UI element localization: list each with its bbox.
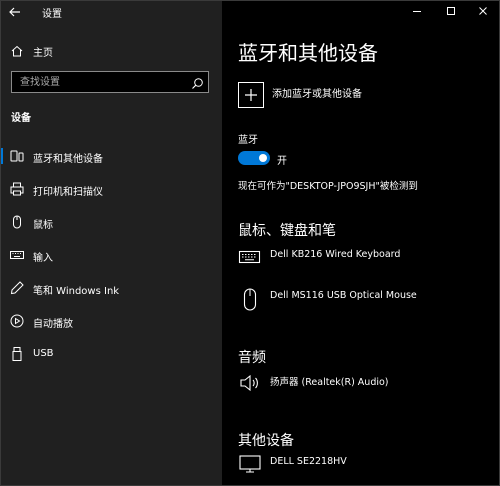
keyboard-icon: [238, 246, 262, 272]
app-title: 设置: [42, 9, 62, 20]
sidebar-item-typing[interactable]: 输入: [0, 242, 222, 268]
search-icon[interactable]: [191, 75, 204, 89]
back-button[interactable]: [6, 3, 24, 21]
sidebar-item-label: 鼠标: [33, 220, 53, 231]
speaker-icon: [238, 371, 262, 399]
add-device-label: 添加蓝牙或其他设备: [272, 89, 362, 100]
bluetooth-toggle-state: 开: [277, 156, 287, 167]
printer-icon: [9, 181, 25, 197]
plus-icon: [245, 89, 257, 101]
maximize-button[interactable]: [436, 2, 466, 20]
add-icon-box: [238, 82, 264, 108]
toggle-knob: [259, 154, 267, 162]
audio-section-title: 音频: [238, 350, 266, 366]
device-name: Dell KB216 Wired Keyboard: [270, 249, 401, 260]
sidebar-item-label: 笔和 Windows Ink: [33, 286, 120, 297]
keyboard-icon: [9, 247, 25, 263]
sidebar-item-label: 自动播放: [33, 319, 73, 330]
sidebar-item-mouse[interactable]: 鼠标: [0, 209, 222, 235]
sidebar-item-printers[interactable]: 打印机和扫描仪: [0, 176, 222, 202]
device-name: Dell MS116 USB Optical Mouse: [270, 290, 417, 301]
sidebar-item-autoplay[interactable]: 自动播放: [0, 308, 222, 334]
sidebar-item-label: USB: [33, 348, 54, 359]
close-icon: [479, 7, 487, 15]
bluetooth-label: 蓝牙: [238, 135, 258, 146]
device-mouse[interactable]: Dell MS116 USB Optical Mouse: [238, 287, 488, 317]
mouse-icon: [238, 287, 262, 317]
autoplay-icon: [9, 313, 25, 329]
monitor-icon: [238, 453, 262, 479]
mouse-icon: [9, 214, 25, 230]
pen-icon: [9, 280, 25, 296]
bluetooth-devices-icon: [9, 148, 25, 164]
usb-icon: [9, 346, 25, 362]
discoverable-text: 现在可作为"DESKTOP-JPO9SJH"被检测到: [238, 181, 418, 192]
sidebar-item-usb[interactable]: USB: [0, 341, 222, 367]
sidebar: 设置 主页 设备 蓝牙和其他设备: [0, 0, 222, 486]
maximize-icon: [447, 7, 455, 15]
input-devices-section-title: 鼠标、键盘和笔: [238, 223, 336, 239]
sidebar-item-label: 打印机和扫描仪: [33, 187, 103, 198]
active-indicator: [0, 148, 3, 164]
sidebar-item-bluetooth[interactable]: 蓝牙和其他设备: [0, 143, 222, 169]
device-monitor[interactable]: DELL SE2218HV: [238, 453, 488, 483]
home-label: 主页: [33, 48, 53, 59]
other-devices-section-title: 其他设备: [238, 433, 294, 449]
device-name: 扬声器 (Realtek(R) Audio): [270, 377, 389, 388]
minimize-icon: [413, 11, 421, 12]
bluetooth-toggle[interactable]: [238, 151, 270, 165]
search-box[interactable]: [11, 71, 209, 93]
section-label: 设备: [11, 113, 31, 124]
main-content: 蓝牙和其他设备 添加蓝牙或其他设备 蓝牙 开 现在可作为"DESKTOP-JPO…: [222, 0, 500, 486]
page-title: 蓝牙和其他设备: [238, 41, 378, 65]
title-bar: 设置: [0, 0, 222, 24]
sidebar-item-label: 输入: [33, 253, 53, 264]
device-speaker[interactable]: 扬声器 (Realtek(R) Audio): [238, 371, 488, 401]
home-icon: [10, 43, 24, 57]
minimize-button[interactable]: [402, 2, 432, 20]
home-nav-item[interactable]: 主页: [0, 40, 222, 62]
device-keyboard[interactable]: Dell KB216 Wired Keyboard: [238, 246, 488, 276]
back-arrow-icon: [9, 7, 20, 17]
device-name: DELL SE2218HV: [270, 456, 347, 467]
sidebar-item-label: 蓝牙和其他设备: [33, 154, 103, 165]
search-input[interactable]: [12, 72, 190, 92]
close-button[interactable]: [468, 2, 498, 20]
add-device-button[interactable]: 添加蓝牙或其他设备: [238, 82, 478, 112]
sidebar-item-pen[interactable]: 笔和 Windows Ink: [0, 275, 222, 301]
